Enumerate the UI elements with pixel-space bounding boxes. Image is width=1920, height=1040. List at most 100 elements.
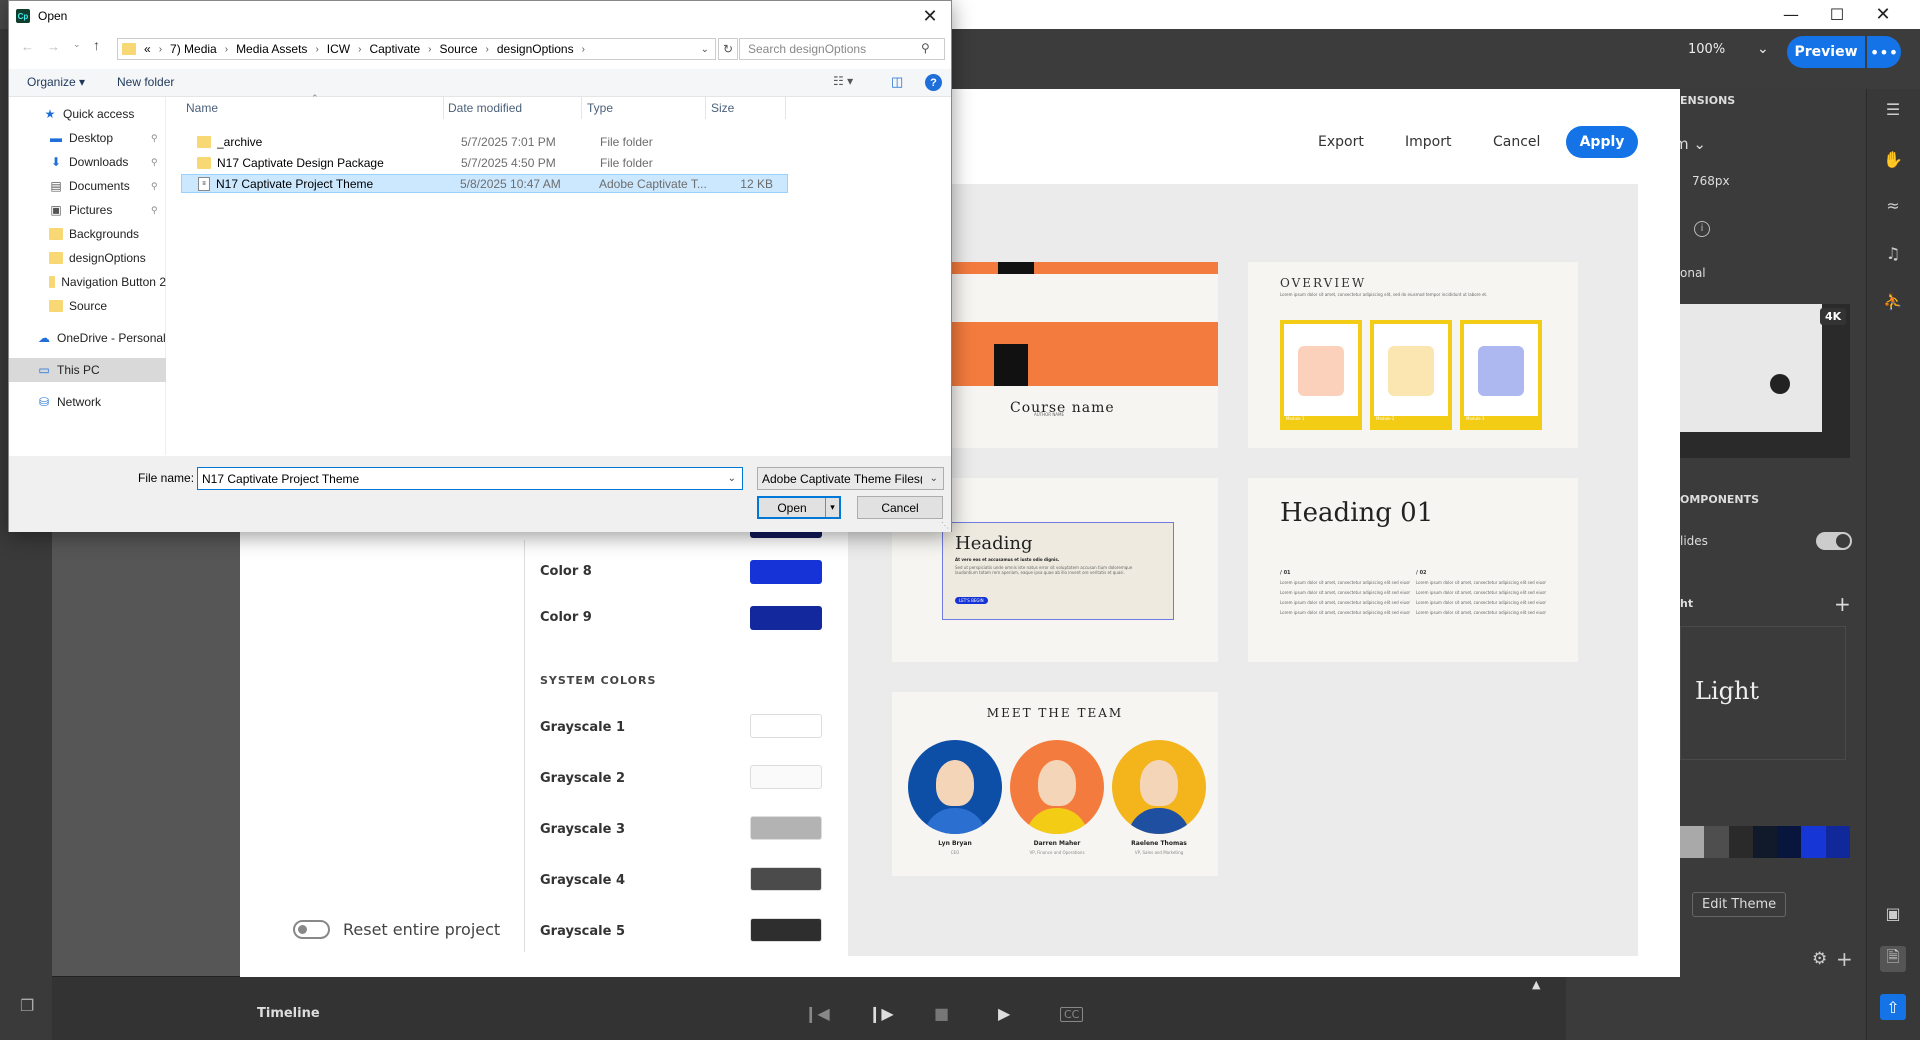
apply-button[interactable]: Apply <box>1566 126 1638 158</box>
slides-toggle[interactable] <box>1816 532 1852 550</box>
forward-icon[interactable]: → <box>47 39 60 54</box>
slides-panel-icon[interactable]: ❐ <box>20 996 34 1015</box>
breadcrumb-item[interactable]: Media Assets <box>236 42 307 56</box>
closed-captions-icon[interactable]: CC <box>1060 1007 1084 1022</box>
more-options-button[interactable]: ••• <box>1867 36 1901 68</box>
nav-item[interactable]: Navigation Button 2 <box>9 270 166 294</box>
breadcrumb-item[interactable]: Source <box>440 42 478 56</box>
theme-card[interactable]: Light <box>1680 626 1846 760</box>
stop-icon[interactable]: ■ <box>934 1004 949 1023</box>
import-button[interactable]: Import <box>1405 134 1451 150</box>
chevron-right-icon[interactable]: › <box>582 44 585 55</box>
file-row[interactable]: ≡ N17 Captivate Project Theme 5/8/2025 10:… <box>181 174 788 193</box>
chevron-right-icon[interactable]: › <box>315 44 318 55</box>
cancel-button[interactable]: Cancel <box>1493 134 1540 150</box>
file-row[interactable]: _archive 5/7/2025 7:01 PM File folder <box>181 132 788 151</box>
height-value[interactable]: 768px <box>1692 174 1730 188</box>
breadcrumb-item[interactable]: ICW <box>327 42 350 56</box>
grayscale-swatch[interactable] <box>750 816 822 840</box>
heading-01-thumbnail[interactable]: Heading 01 / 01 / 02 Lorem ipsum dolor s… <box>1248 478 1578 662</box>
chevron-down-icon[interactable]: ⌄ <box>1757 41 1769 57</box>
grayscale-swatch[interactable] <box>750 714 822 738</box>
properties-icon[interactable]: ☰ <box>1880 96 1906 122</box>
nav-item[interactable]: ⬇ Downloads ⚲ <box>9 150 166 174</box>
column-type[interactable]: Type <box>587 101 613 115</box>
view-options-icon[interactable]: ☷ ▾ <box>833 74 853 88</box>
recent-locations-icon[interactable]: ⌄ <box>73 39 81 50</box>
breadcrumb-item[interactable]: 7) Media <box>170 42 217 56</box>
open-dropdown-icon[interactable]: ▾ <box>825 498 839 517</box>
background-preview[interactable]: 4K <box>1680 304 1850 458</box>
color-swatch[interactable] <box>750 560 822 584</box>
nav-item[interactable]: designOptions <box>9 246 166 270</box>
preview-button[interactable]: Preview <box>1787 36 1865 68</box>
zoom-level[interactable]: 100% <box>1688 42 1725 57</box>
breadcrumb-item[interactable]: « <box>144 42 151 56</box>
audio-icon[interactable]: ♫ <box>1880 240 1906 266</box>
add-icon[interactable]: + <box>1834 592 1851 616</box>
edit-theme-button[interactable]: Edit Theme <box>1692 892 1787 917</box>
column-size[interactable]: Size <box>711 101 734 115</box>
add-icon[interactable]: + <box>1836 947 1853 971</box>
preview-pane-icon[interactable]: ◫ <box>891 74 903 90</box>
overview-thumbnail[interactable]: OVERVIEW Lorem ipsum dolor sit amet, con… <box>1248 262 1578 448</box>
chevron-right-icon[interactable]: › <box>225 44 228 55</box>
nav-item[interactable]: ▤ Documents ⚲ <box>9 174 166 198</box>
rewind-icon[interactable]: ❙◀ <box>804 1004 830 1023</box>
nav-item[interactable]: Backgrounds <box>9 222 166 246</box>
help-icon[interactable]: ? <box>925 74 942 91</box>
grayscale-swatch[interactable] <box>750 765 822 789</box>
column-divider[interactable] <box>705 97 706 119</box>
animation-icon[interactable]: ≈ <box>1880 192 1906 218</box>
chevron-right-icon[interactable]: › <box>486 44 489 55</box>
reset-project-toggle[interactable] <box>293 920 330 939</box>
column-divider[interactable] <box>443 97 444 119</box>
play-icon[interactable]: ▶ <box>998 1004 1010 1023</box>
panel-layout-icon[interactable]: ▣ <box>1880 900 1906 926</box>
chevron-down-icon[interactable]: ⌄ <box>701 44 709 55</box>
course-title-thumbnail[interactable]: Course name AUTHOR NAME <box>952 262 1218 448</box>
resize-grip-icon[interactable]: ⋱ <box>941 521 949 530</box>
color-swatch[interactable] <box>750 606 822 630</box>
gear-icon[interactable]: ⚙ <box>1812 949 1827 969</box>
close-icon[interactable]: ✕ <box>1860 0 1906 29</box>
nav-item[interactable]: ⛁ Network <box>9 390 166 414</box>
expand-timeline-icon[interactable]: ▲ <box>1532 978 1540 991</box>
chevron-right-icon[interactable]: › <box>358 44 361 55</box>
breadcrumb-item[interactable]: designOptions <box>497 42 574 56</box>
grayscale-swatch[interactable] <box>750 867 822 891</box>
team-thumbnail[interactable]: MEET THE TEAM Lyn Bryan CEO Darren Maher VP… <box>892 692 1218 876</box>
export-button[interactable]: Export <box>1318 134 1364 150</box>
search-input[interactable]: Search designOptions <box>739 38 945 60</box>
new-folder-button[interactable]: New folder <box>117 75 174 89</box>
document-icon[interactable]: 🗎 <box>1880 946 1906 972</box>
chevron-right-icon[interactable]: › <box>159 44 162 55</box>
grayscale-swatch[interactable] <box>750 918 822 942</box>
timeline-label[interactable]: Timeline <box>257 1006 320 1021</box>
cancel-button[interactable]: Cancel <box>857 496 943 519</box>
close-icon[interactable]: ✕ <box>915 2 945 30</box>
nav-item[interactable]: ★ Quick access <box>9 102 166 126</box>
file-row[interactable]: N17 Captivate Design Package 5/7/2025 4:5… <box>181 153 788 172</box>
interaction-icon[interactable]: ✋ <box>1880 146 1906 172</box>
breadcrumb-item[interactable]: Captivate <box>369 42 420 56</box>
nav-item[interactable]: Source <box>9 294 166 318</box>
file-type-select[interactable]: Adobe Captivate Theme Files(*. ⌄ <box>757 467 944 490</box>
column-divider[interactable] <box>785 97 786 119</box>
info-icon[interactable]: i <box>1694 221 1710 237</box>
nav-item[interactable]: ▬ Desktop ⚲ <box>9 126 166 150</box>
address-bar[interactable]: « › 7) Media › Media Assets › ICW › Captivate › So… <box>117 38 716 60</box>
file-name-input[interactable]: N17 Captivate Project Theme ⌄ <box>197 467 743 490</box>
publish-icon[interactable]: ⇧ <box>1880 994 1906 1020</box>
open-button[interactable]: Open ▾ <box>757 496 841 519</box>
chevron-right-icon[interactable]: › <box>428 44 431 55</box>
maximize-icon[interactable]: ☐ <box>1814 0 1860 29</box>
nav-item[interactable]: ☁ OneDrive - Personal <box>9 326 166 350</box>
nav-item[interactable]: ▭ This PC <box>9 358 166 382</box>
minimize-icon[interactable]: — <box>1768 0 1814 29</box>
nav-item[interactable]: ▣ Pictures ⚲ <box>9 198 166 222</box>
column-name[interactable]: Name <box>186 101 218 115</box>
up-icon[interactable]: ↑ <box>93 37 100 53</box>
chevron-down-icon[interactable]: ⌄ <box>728 473 736 484</box>
organize-menu[interactable]: Organize ▾ <box>27 75 85 89</box>
